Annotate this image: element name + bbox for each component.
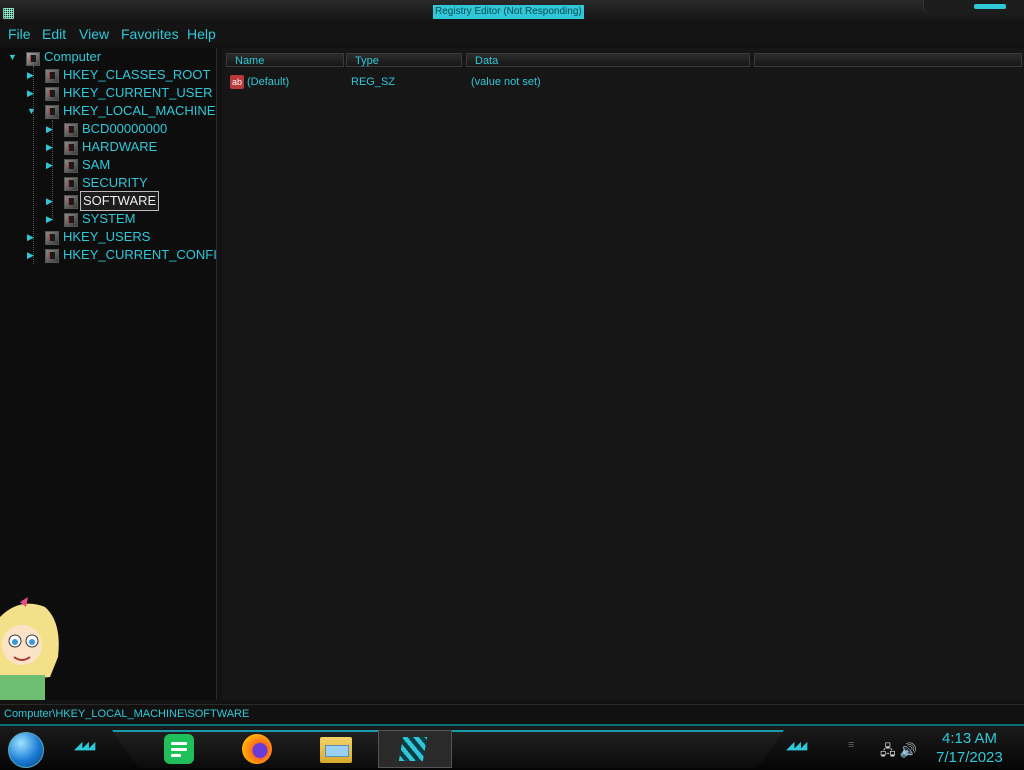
expand-arrow-icon[interactable]: ▶	[46, 142, 56, 152]
tree-node-hkey-current-user[interactable]: HKEY_CURRENT_USER	[63, 84, 213, 102]
folder-icon	[45, 105, 59, 119]
folder-icon	[45, 249, 59, 263]
expand-arrow-icon[interactable]: ▶	[27, 250, 37, 260]
menu-help[interactable]: Help	[187, 26, 216, 42]
folder-icon	[45, 87, 59, 101]
column-headers: Name Type Data	[222, 51, 1024, 69]
folder-icon	[64, 159, 78, 173]
menu-favorites[interactable]: Favorites	[121, 26, 179, 42]
title-bar-decoration	[923, 0, 1024, 14]
expand-arrow-icon[interactable]: ▶	[46, 214, 56, 224]
values-list-panel[interactable]: Name Type Data ab (Default) REG_SZ (valu…	[222, 48, 1024, 700]
registry-value-row[interactable]: ab (Default) REG_SZ (value not set)	[222, 73, 1022, 91]
menu-view[interactable]: View	[79, 26, 109, 42]
folder-icon	[64, 123, 78, 137]
system-tray-icons: 🖧 🔊	[880, 740, 917, 764]
firefox-icon[interactable]	[242, 734, 272, 764]
menu-file[interactable]: File	[8, 26, 31, 42]
tree-node-hardware[interactable]: HARDWARE	[82, 138, 157, 156]
title-bar[interactable]: ▦ Registry Editor (Not Responding)	[0, 0, 1024, 25]
expand-arrow-icon[interactable]: ▶	[27, 70, 37, 80]
tree-node-hkey-classes-root[interactable]: HKEY_CLASSES_ROOT	[63, 66, 210, 84]
cartoon-character-decoration	[0, 597, 59, 700]
registry-cube-glyph	[398, 737, 428, 761]
column-header-name[interactable]: Name	[226, 53, 344, 67]
column-header-type[interactable]: Type	[346, 53, 462, 67]
value-name: (Default)	[247, 76, 290, 88]
tree-node-security[interactable]: SECURITY	[82, 174, 148, 192]
folder-icon	[64, 195, 78, 209]
registry-editor-app-icon[interactable]: ▦	[2, 3, 20, 21]
clock-time[interactable]: 4:13 AM	[942, 730, 997, 747]
notes-app-icon[interactable]	[164, 734, 194, 764]
expand-arrow-icon[interactable]: ▶	[27, 232, 37, 242]
value-type: REG_SZ	[351, 76, 396, 88]
notes-line	[171, 754, 181, 757]
expand-arrow-icon[interactable]: ▶	[46, 196, 56, 206]
window-title: Registry Editor (Not Responding)	[433, 5, 584, 19]
taskbar: ◢◢◢ ◢◢◢ ≡ 🖧 🔊 4:13 AM 7/17/2023	[0, 724, 1024, 770]
expand-arrow-icon[interactable]: ▶	[46, 160, 56, 170]
title-bar-accent	[974, 4, 1006, 9]
notes-line	[171, 742, 187, 745]
tree-node-hkey-local-machine[interactable]: HKEY_LOCAL_MACHINE	[63, 102, 215, 120]
collapse-arrow-icon[interactable]: ▼	[27, 106, 37, 116]
expand-arrow-icon[interactable]: ▶	[46, 124, 56, 134]
folder-icon	[45, 69, 59, 83]
tree-node-bcd[interactable]: BCD00000000	[82, 120, 167, 138]
notes-line	[171, 748, 187, 751]
start-button[interactable]	[8, 732, 44, 768]
tree-node-system[interactable]: SYSTEM	[82, 210, 135, 228]
tree-node-sam[interactable]: SAM	[82, 156, 110, 174]
expand-arrow-icon[interactable]: ▶	[27, 88, 37, 98]
tree-node-hkey-users[interactable]: HKEY_USERS	[63, 228, 150, 246]
column-header-blank[interactable]	[754, 53, 1022, 67]
registry-editor-icon[interactable]	[378, 730, 452, 768]
tree-node-software-selected[interactable]: SOFTWARE	[80, 191, 160, 211]
right-decoration-arrows-icon: ◢◢◢	[786, 740, 807, 752]
column-header-data[interactable]: Data	[466, 53, 750, 67]
folder-icon	[64, 177, 78, 191]
volume-icon[interactable]: 🔊	[900, 742, 917, 758]
clock-date[interactable]: 7/17/2023	[936, 749, 1003, 766]
tree-node-computer[interactable]: Computer	[44, 48, 101, 66]
folder-icon	[64, 141, 78, 155]
computer-icon	[26, 52, 40, 66]
show-hidden-icons-icon[interactable]: ≡	[848, 739, 855, 751]
string-value-icon: ab	[230, 75, 244, 89]
status-path: Computer\HKEY_LOCAL_MACHINE\SOFTWARE	[4, 708, 250, 720]
menu-bar: File Edit View Favorites Help	[0, 24, 1024, 44]
file-explorer-icon[interactable]	[320, 737, 352, 763]
folder-icon	[64, 213, 78, 227]
key-tree-panel[interactable]: ▼ Computer ▶ HKEY_CLASSES_ROOT ▶ HKEY_CU…	[0, 48, 217, 700]
network-icon[interactable]: 🖧	[880, 742, 896, 758]
left-decoration-arrows-icon: ◢◢◢	[74, 740, 95, 752]
status-bar: Computer\HKEY_LOCAL_MACHINE\SOFTWARE	[0, 704, 1024, 725]
collapse-arrow-icon[interactable]: ▼	[8, 52, 18, 62]
menu-edit[interactable]: Edit	[42, 26, 66, 42]
tree-node-hkey-current-config[interactable]: HKEY_CURRENT_CONFI	[63, 246, 216, 264]
folder-icon	[45, 231, 59, 245]
value-data: (value not set)	[471, 76, 541, 88]
